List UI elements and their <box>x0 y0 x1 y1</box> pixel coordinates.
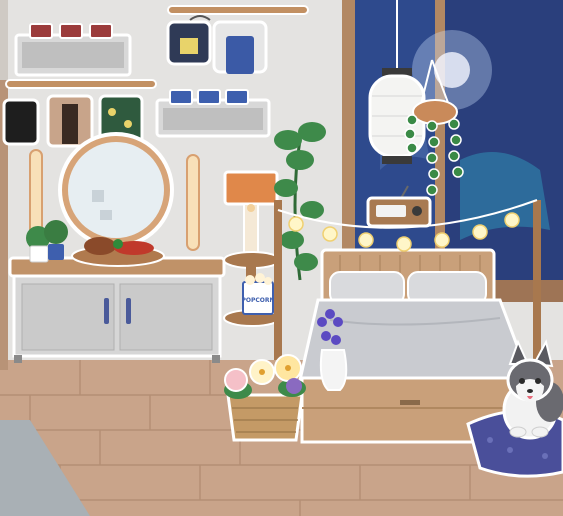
room-canvas: POPCORN <box>0 0 563 516</box>
dresser[interactable] <box>8 256 226 363</box>
popcorn-box[interactable]: POPCORN <box>241 273 275 315</box>
popcorn-label: POPCORN <box>241 297 274 304</box>
shelf-with-soda-cans[interactable] <box>14 23 132 77</box>
room-scene: POPCORN <box>0 0 563 516</box>
